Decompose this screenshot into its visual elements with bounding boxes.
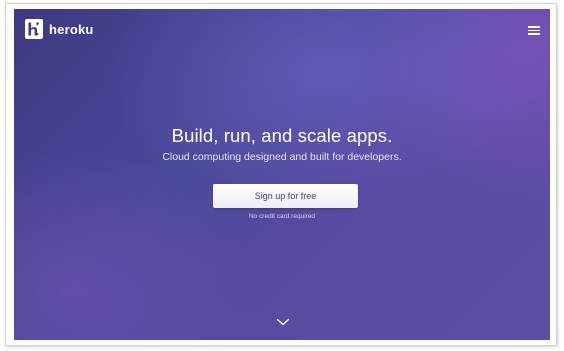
- heroku-logo-icon: [25, 19, 43, 39]
- hero-section: heroku Build, run, and scale apps. Cloud…: [14, 9, 550, 340]
- cta-note: No credit card required: [248, 213, 316, 220]
- browser-frame: heroku Build, run, and scale apps. Cloud…: [5, 3, 557, 346]
- chevron-down-icon[interactable]: [276, 314, 290, 326]
- brand-name: heroku: [49, 21, 94, 37]
- hero-subheadline: Cloud computing designed and built for d…: [162, 151, 402, 163]
- signup-button[interactable]: Sign up for free: [213, 184, 358, 208]
- brand-logo[interactable]: heroku: [25, 19, 94, 39]
- hero-headline: Build, run, and scale apps.: [171, 125, 393, 146]
- hamburger-menu-icon[interactable]: [528, 26, 540, 35]
